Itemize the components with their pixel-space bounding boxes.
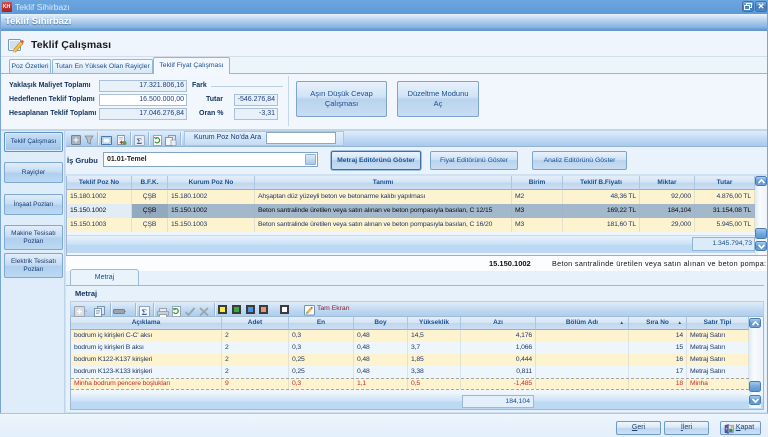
svg-text:Σ: Σ bbox=[142, 307, 148, 317]
svg-text:Σ: Σ bbox=[137, 136, 143, 146]
